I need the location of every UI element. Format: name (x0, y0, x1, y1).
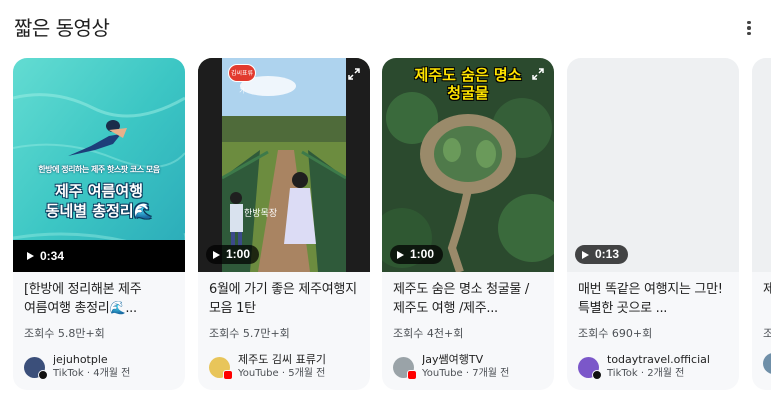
platform-meta: YouTube · 7개월 전 (422, 368, 510, 379)
video-thumbnail[interactable] (752, 58, 771, 272)
short-videos-carousel: 한방에 정리하는 제주 핫스팟 코스 모음 제주 여름여행 동네별 총정리🌊 0… (13, 58, 771, 390)
play-icon (213, 250, 220, 259)
video-source: 제주도 김씨 표류기 YouTube · 5개월 전 (209, 353, 359, 381)
duration-badge: 0:34 (13, 240, 185, 272)
tiktok-icon (38, 369, 48, 380)
channel-name: todaytravel.official (607, 353, 710, 366)
youtube-icon (223, 369, 233, 380)
section-header: 짧은 동영상 (14, 14, 759, 42)
view-count: 조회수 690+회 (578, 327, 653, 340)
channel-name: 제주도 김씨 표류기 (238, 353, 326, 366)
video-title[interactable]: 제주 제주 (763, 280, 771, 318)
video-card[interactable]: 김씨표류기 한방목장 1:00 6월에 가기 좋은 제주여행지 모음 1탄 조회… (198, 58, 370, 390)
platform-meta: TikTok · 2개월 전 (607, 368, 685, 379)
video-source: Jay쌤여행TV YouTube · 7개월 전 (393, 353, 543, 381)
duration-text: 0:34 (40, 249, 65, 263)
video-thumbnail[interactable]: 제주도 숨은 명소 청굴물 1:00 (382, 58, 554, 272)
avatar (763, 353, 771, 374)
video-title[interactable]: 6월에 가기 좋은 제주여행지 모음 1탄 (209, 280, 359, 318)
platform-meta: YouTube · 5개월 전 (238, 368, 326, 379)
duration-badge: 1:00 (206, 245, 260, 264)
duration-text: 0:13 (595, 247, 620, 261)
expand-icon[interactable] (348, 68, 360, 80)
video-title[interactable]: 제주도 숨은 명소 청굴물 /제주도 여행 /제주... (393, 280, 543, 318)
thumbnail-caption-small: 한방에 정리하는 제주 핫스팟 코스 모음 (38, 165, 160, 174)
thumbnail-caption: 동네별 총정리🌊 (45, 202, 153, 220)
thumbnail-image (198, 58, 370, 272)
play-icon (397, 250, 404, 259)
video-source: jejuhotple TikTok · 4개월 전 (24, 353, 174, 381)
thumbnail-caption: 제주 여름여행 (54, 182, 144, 200)
duration-badge: 0:13 (575, 245, 629, 264)
platform-meta: TikTok · 4개월 전 (53, 368, 131, 379)
duration-text: 1:00 (226, 247, 251, 261)
play-icon (27, 252, 34, 260)
duration-text: 1:00 (410, 247, 435, 261)
tiktok-icon (592, 369, 602, 380)
avatar (209, 356, 233, 380)
channel-name: jejuhotple (53, 353, 108, 366)
view-count: 조회수 5.8만+회 (24, 327, 105, 340)
duration-badge: 1:00 (390, 245, 444, 264)
video-card[interactable]: 0:13 매번 똑같은 여행지는 그만! 특별한 곳으로 ... 조회수 690… (567, 58, 739, 390)
video-thumbnail[interactable]: 김씨표류기 한방목장 1:00 (198, 58, 370, 272)
video-card[interactable]: 한방에 정리하는 제주 핫스팟 코스 모음 제주 여름여행 동네별 총정리🌊 0… (13, 58, 185, 390)
view-count: 조회수 5.7만+회 (209, 327, 290, 340)
video-source: todaytravel.official TikTok · 2개월 전 (578, 353, 728, 381)
video-thumbnail[interactable]: 0:13 (567, 58, 739, 272)
play-icon (582, 250, 589, 259)
video-title[interactable]: [한방에 정리해본 제주 여름여행 총정리🌊... (24, 280, 174, 318)
avatar (24, 356, 48, 380)
section-title: 짧은 동영상 (14, 16, 110, 40)
avatar (393, 356, 417, 380)
expand-icon[interactable] (532, 68, 544, 80)
thumbnail-caption: 청굴물 (447, 84, 489, 102)
video-source (763, 353, 771, 374)
youtube-icon (407, 369, 417, 380)
channel-name: Jay쌤여행TV (422, 353, 484, 366)
avatar (578, 356, 602, 380)
more-vert-icon[interactable] (739, 18, 759, 38)
thumbnail-logo: 김씨표류기 (228, 64, 256, 95)
video-thumbnail[interactable]: 한방에 정리하는 제주 핫스팟 코스 모음 제주 여름여행 동네별 총정리🌊 0… (13, 58, 185, 272)
thumbnail-sign-text: 한방목장 (244, 208, 278, 218)
video-title[interactable]: 매번 똑같은 여행지는 그만! 특별한 곳으로 ... (578, 280, 728, 318)
video-card[interactable]: 제주도 숨은 명소 청굴물 1:00 제주도 숨은 명소 청굴물 /제주도 여행… (382, 58, 554, 390)
view-count: 조회수 (763, 327, 771, 340)
view-count: 조회수 4천+회 (393, 327, 464, 340)
video-card[interactable]: 제주 제주 조회수 (752, 58, 771, 390)
